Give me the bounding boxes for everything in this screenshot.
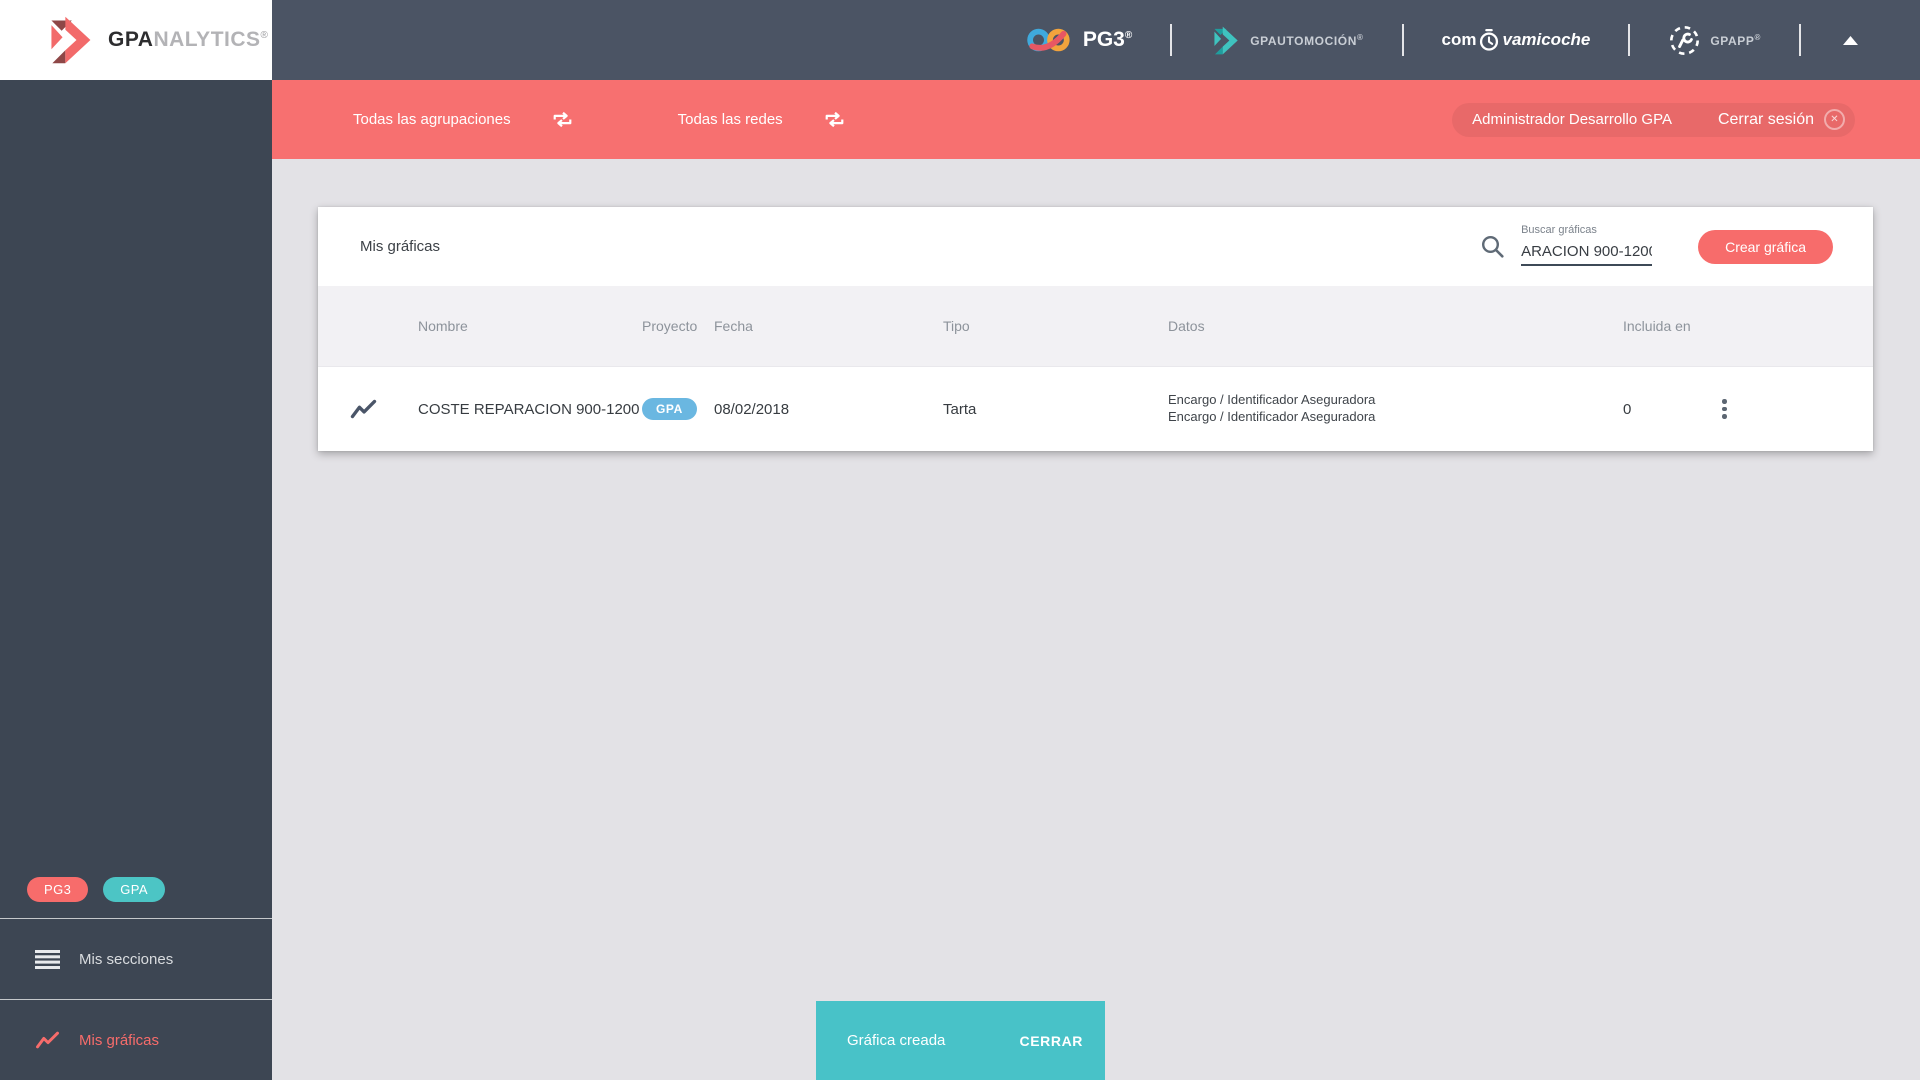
compravamicoche-logo: com vamicoche	[1442, 28, 1590, 52]
menu-bars-icon	[35, 949, 61, 969]
teal-arrow-icon	[1214, 26, 1238, 54]
logged-user-name: Administrador Desarrollo GPA	[1472, 111, 1672, 128]
cell-fecha: 08/02/2018	[714, 400, 790, 418]
card-header: Mis gráficas Buscar gráficas Crear gráfi…	[318, 207, 1873, 286]
column-header-fecha: Fecha	[714, 318, 753, 334]
filter-bar: Todas las agrupaciones Todas las redes A…	[272, 80, 1920, 159]
logout-button[interactable]: Cerrar sesión ✕	[1718, 109, 1845, 130]
sidebar: GPANALYTICS® PG3 GPA Mis secciones Mis g…	[0, 0, 272, 1080]
sidebar-item-label: Mis secciones	[79, 950, 174, 968]
repeat-icon[interactable]	[821, 109, 848, 130]
row-actions-button[interactable]	[1716, 393, 1733, 425]
snackbar-message: Gráfica creada	[847, 1032, 946, 1049]
filter-agrupaciones[interactable]: Todas las agrupaciones	[353, 109, 576, 130]
sidebar-item-mis-graficas[interactable]: Mis gráficas	[0, 1000, 272, 1080]
filter-redes-label: Todas las redes	[677, 111, 783, 128]
gpautomocion-logo: GPAUTOMOCIÓN®	[1210, 25, 1363, 56]
gpapp-logo: GPAPP®	[1668, 24, 1761, 57]
cell-incluida-en: 0	[1623, 400, 1632, 418]
page-title: Mis gráficas	[360, 238, 441, 255]
collapse-topbar-button[interactable]	[1839, 32, 1862, 49]
line-chart-icon	[318, 398, 408, 420]
triangle-up-icon	[1843, 35, 1858, 45]
column-header-incluida-en: Incluida en	[1623, 318, 1691, 334]
snackbar: Gráfica creada CERRAR	[816, 1001, 1105, 1080]
sidebar-item-label: Mis gráficas	[79, 1031, 160, 1049]
search-label: Buscar gráficas	[1521, 224, 1597, 236]
repeat-icon[interactable]	[549, 109, 576, 130]
table-header: Nombre Proyecto Fecha Tipo Datos Incluid…	[318, 286, 1873, 366]
infinity-icon	[1027, 28, 1070, 52]
mis-graficas-card: Mis gráficas Buscar gráficas Crear gráfi…	[318, 207, 1873, 451]
pg3-logo: PG3®	[1027, 25, 1132, 55]
line-chart-icon	[35, 1030, 61, 1050]
cell-datos: Encargo / Identificador Aseguradora Enca…	[1168, 392, 1376, 424]
gpanalytics-logo: GPANALYTICS®	[0, 0, 272, 80]
sidebar-badges: PG3 GPA	[0, 877, 272, 918]
wrench-circle-icon	[1670, 25, 1700, 55]
more-vert-icon	[1722, 399, 1727, 404]
topbar-divider	[1401, 24, 1404, 56]
gpanalytics-logo-text: GPANALYTICS®	[108, 28, 269, 51]
search-input[interactable]	[1521, 241, 1653, 266]
column-header-datos: Datos	[1168, 318, 1205, 334]
column-header-tipo: Tipo	[943, 318, 970, 334]
topbar: PG3® GPAUTOMOCIÓN® com vamicoche GPAPP®	[272, 0, 1920, 80]
filter-agrupaciones-label: Todas las agrupaciones	[353, 111, 511, 128]
column-header-nombre: Nombre	[418, 318, 468, 334]
column-header-proyecto: Proyecto	[642, 318, 698, 334]
table-row[interactable]: COSTE REPARACION 900-1200 GPA 08/02/2018…	[318, 366, 1873, 451]
cell-nombre: COSTE REPARACION 900-1200	[418, 400, 640, 418]
clock-icon	[1478, 28, 1500, 52]
gpa-badge: GPA	[103, 877, 165, 902]
magnifier-icon[interactable]	[1480, 234, 1505, 259]
snackbar-close-button[interactable]: CERRAR	[1012, 1025, 1092, 1057]
topbar-divider	[1170, 24, 1173, 56]
project-badge: GPA	[642, 398, 697, 420]
topbar-divider	[1799, 24, 1801, 56]
close-circle-icon: ✕	[1824, 109, 1845, 130]
cell-tipo: Tarta	[943, 400, 977, 418]
pg3-badge: PG3	[27, 877, 89, 902]
filter-redes[interactable]: Todas las redes	[678, 109, 848, 130]
cell-proyecto: GPA	[642, 398, 714, 420]
gpa-arrow-icon	[51, 16, 91, 64]
user-session-pill: Administrador Desarrollo GPA Cerrar sesi…	[1452, 102, 1855, 137]
create-chart-button[interactable]: Crear gráfica	[1698, 229, 1833, 264]
topbar-divider	[1628, 24, 1631, 56]
sidebar-item-mis-secciones[interactable]: Mis secciones	[0, 919, 272, 999]
